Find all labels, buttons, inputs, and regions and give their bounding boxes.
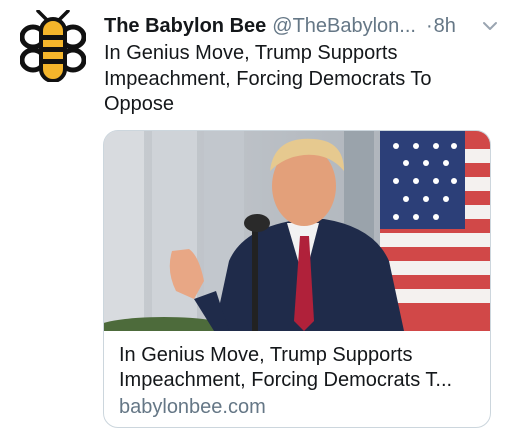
author-handle[interactable]: @TheBabylon... [272, 15, 416, 38]
chevron-down-icon[interactable] [480, 16, 500, 36]
tweet[interactable]: The Babylon Bee @TheBabylon... · 8h In G… [0, 0, 512, 434]
tweet-text: In Genius Move, Trump Supports Impeachme… [104, 42, 432, 115]
author-name[interactable]: The Babylon Bee [104, 15, 266, 38]
separator-dot: · [425, 14, 433, 37]
link-card[interactable]: In Genius Move, Trump Supports Impeachme… [103, 130, 491, 428]
bee-logo-icon[interactable] [20, 10, 86, 82]
card-title[interactable]: In Genius Move, Trump Supports Impeachme… [119, 343, 479, 393]
tweet-timestamp[interactable]: 8h [434, 15, 456, 38]
tweet-header: The Babylon Bee @TheBabylon... · 8h [104, 12, 502, 40]
card-image [104, 131, 490, 331]
card-body: In Genius Move, Trump Supports Impeachme… [119, 343, 479, 420]
card-domain[interactable]: babylonbee.com [119, 394, 479, 420]
